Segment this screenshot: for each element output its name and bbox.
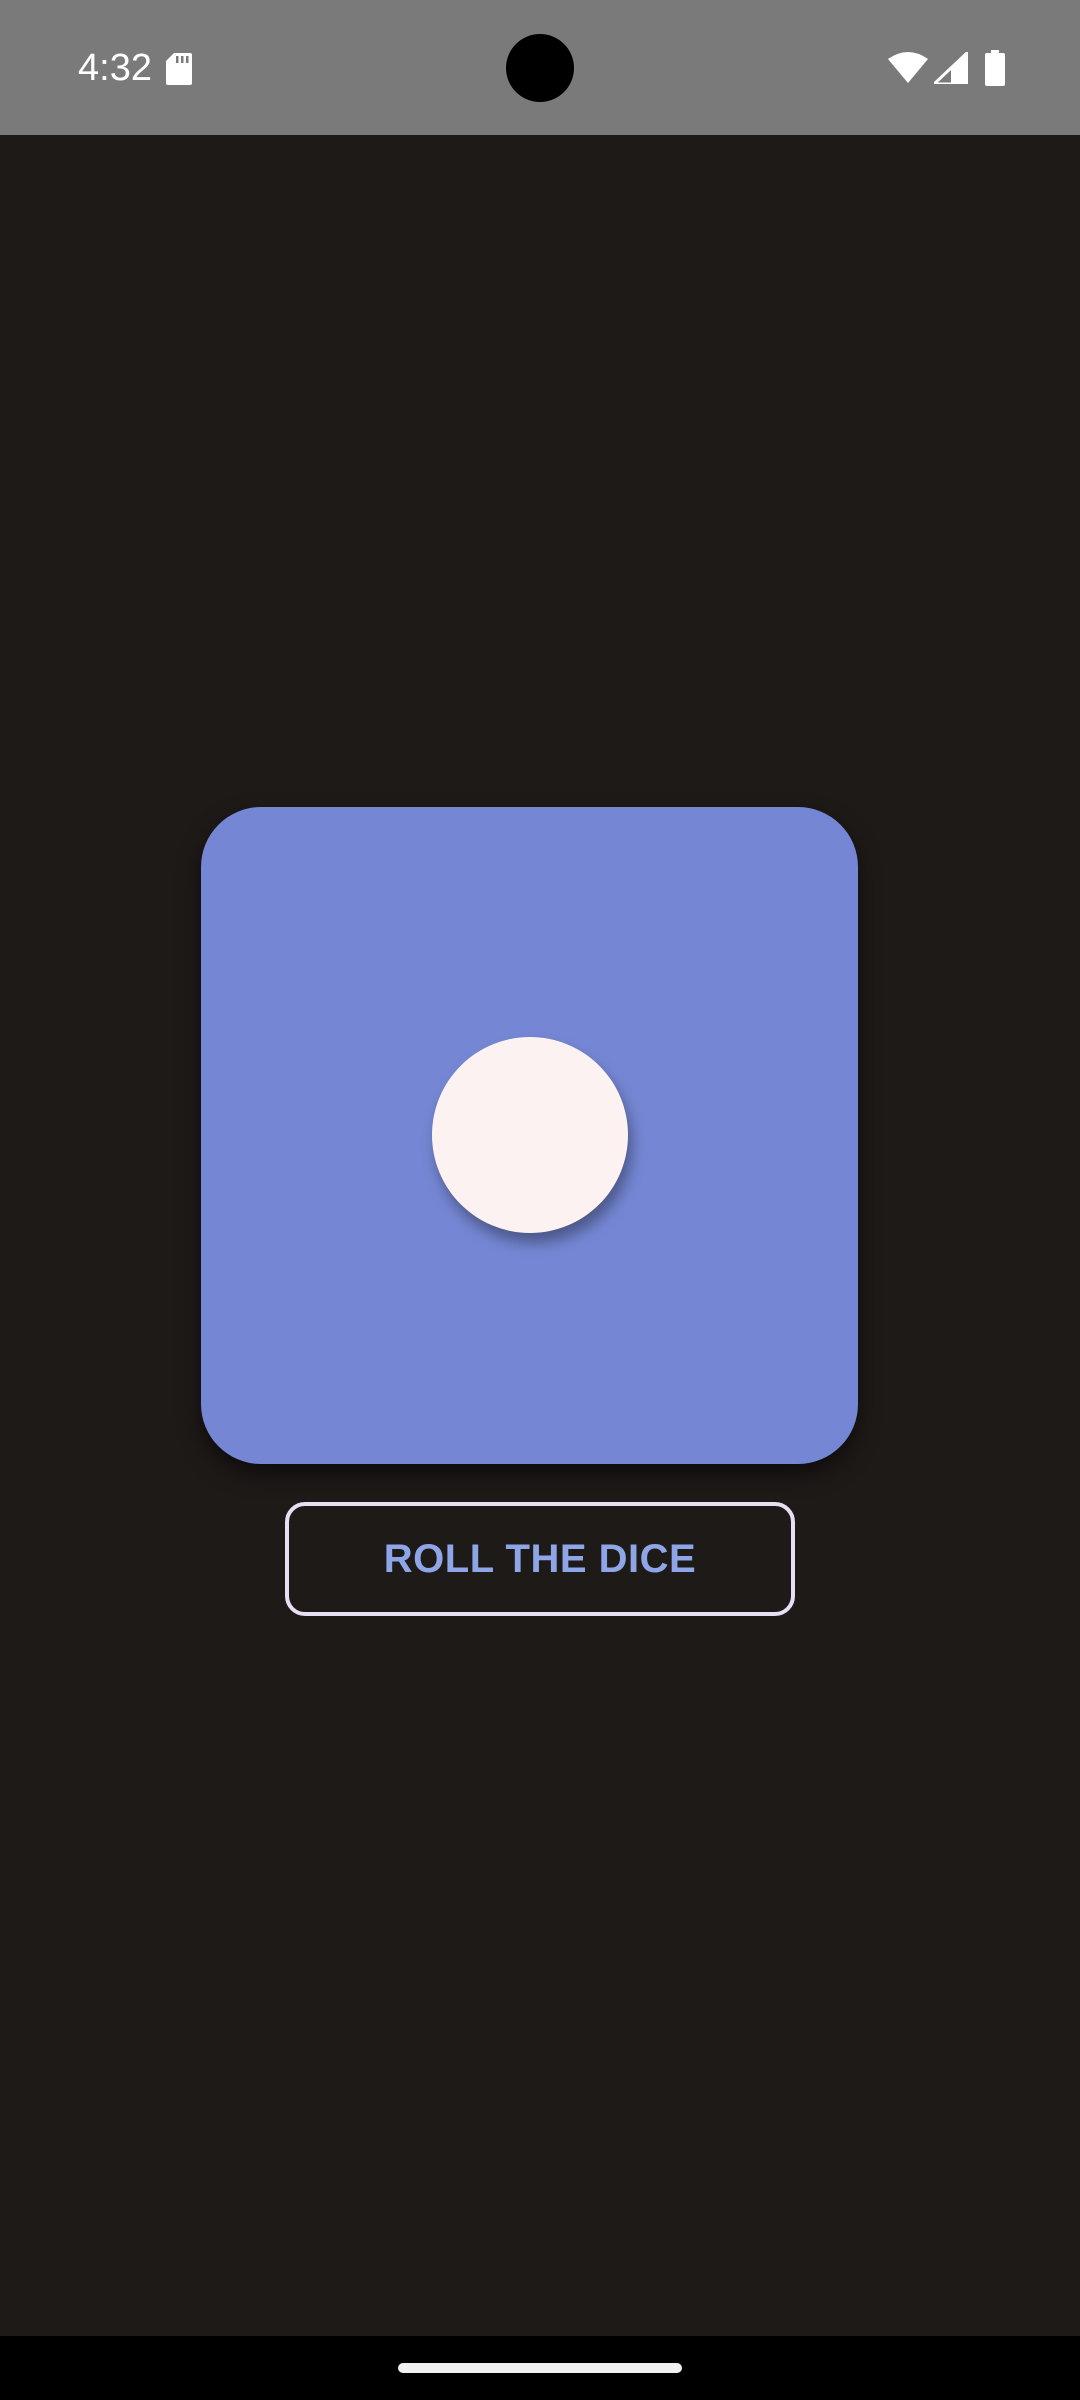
battery-icon [985,50,1005,86]
status-time: 4:32 [78,47,152,89]
roll-dice-button-label: ROLL THE DICE [383,1536,697,1581]
status-bar: 4:32 [0,0,1080,135]
sd-card-icon [166,53,192,85]
wifi-icon [888,52,928,83]
roll-dice-button[interactable]: ROLL THE DICE [285,1502,795,1616]
app-screen: 4:32 ROLL THE DICE [0,0,1080,2400]
camera-cutout [506,34,574,102]
dice-pip [432,1037,628,1233]
signal-icon [934,52,968,84]
dice-image [201,807,858,1464]
home-indicator[interactable] [398,2363,682,2373]
